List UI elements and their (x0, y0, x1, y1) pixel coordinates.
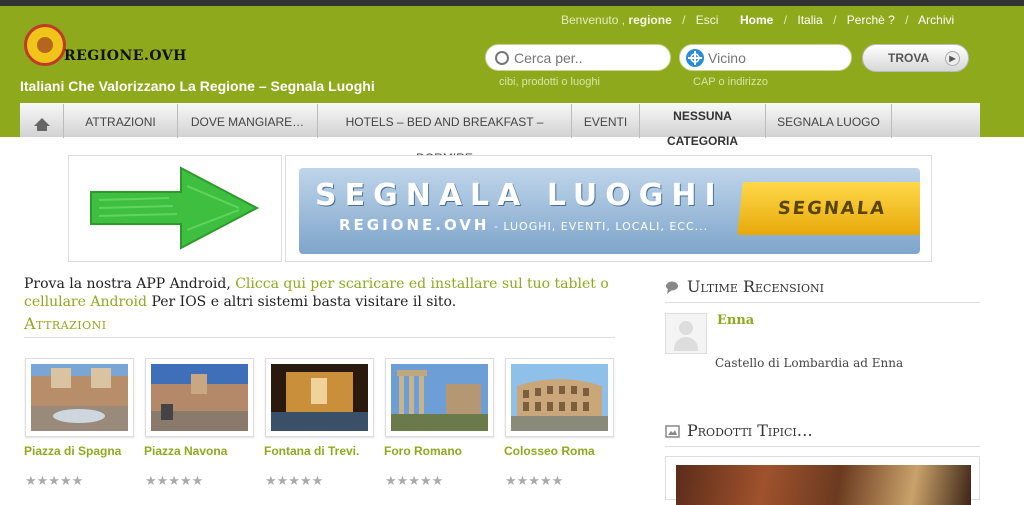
site-tagline: Italiani Che Valorizzano La Regione – Se… (20, 78, 375, 94)
nav-home[interactable]: Home (740, 13, 773, 27)
menu-item-hotels[interactable]: HOTELS – BED AND BREAKFAST – DORMIRE (318, 104, 572, 165)
user-bar: Benvenuto , regione / Esci (561, 13, 718, 29)
reviews-title: Ultime Recensioni (687, 277, 824, 296)
nav-perche[interactable]: Perchè ? (847, 13, 895, 27)
avatar-head (679, 321, 693, 335)
banner-subline-text: - LUOGHI, EVENTI, LOCALI, ECC... (489, 220, 709, 233)
separator: / (833, 13, 837, 27)
welcome-text: Benvenuto , (561, 13, 626, 27)
username-link[interactable]: regione (628, 13, 671, 27)
attraction-name[interactable]: Fontana di Trevi. (264, 444, 359, 458)
rating-stars[interactable]: ★★★★★ (265, 473, 323, 489)
image-icon (665, 425, 680, 438)
nav-italia[interactable]: Italia (797, 13, 822, 27)
search-where-hint: CAP o indirizzo (693, 76, 768, 88)
attraction-name[interactable]: Foro Romano (384, 444, 462, 458)
banner-segnala-button[interactable]: SEGNALA (737, 182, 920, 235)
attraction-thumb-foro-romano[interactable] (385, 358, 494, 437)
rating-stars[interactable]: ★★★★★ (25, 473, 83, 489)
search-what-input[interactable] (514, 49, 644, 67)
menu-item-nessuna-categoria[interactable]: NESSUNA CATEGORIA (640, 104, 766, 148)
search-icon (495, 51, 509, 65)
logo-emblem-icon (24, 24, 66, 66)
search-where-input[interactable] (708, 49, 838, 67)
find-button[interactable]: TROVA ▶ (862, 44, 969, 72)
attraction-name[interactable]: Piazza di Spagna (24, 444, 121, 458)
attraction-thumb-colosseo[interactable] (505, 358, 614, 437)
attraction-thumb-piazza-di-spagna[interactable] (25, 358, 134, 437)
main-menu: ATTRAZIONI DOVE MANGIARE… HOTELS – BED A… (20, 103, 980, 165)
home-icon (33, 118, 50, 131)
location-target-icon (686, 49, 704, 67)
divider (665, 302, 980, 303)
nav-archivi[interactable]: Archivi (918, 13, 954, 27)
rating-stars[interactable]: ★★★★★ (145, 473, 203, 489)
fontana-di-trevi-photo (271, 364, 368, 431)
segnala-banner[interactable]: SEGNALA LUOGHI REGIONE.OVH - LUOGHI, EVE… (285, 155, 932, 262)
menu-home-icon[interactable] (20, 104, 64, 138)
colosseo-photo (511, 364, 608, 431)
comments-icon (666, 281, 678, 294)
foro-romano-photo (391, 364, 488, 431)
segnala-banner-image: SEGNALA LUOGHI REGIONE.OVH - LUOGHI, EVE… (299, 168, 920, 254)
app-intro: Prova la nostra APP Android, Clicca qui … (24, 275, 624, 311)
search-where-box[interactable] (679, 44, 852, 71)
arrow-banner (68, 155, 282, 262)
review-place-link[interactable]: Enna (717, 313, 754, 328)
divider (665, 446, 980, 447)
top-nav: Home / Italia / Perchè ? / Archivi (740, 13, 954, 29)
menu-item-segnala-luogo[interactable]: SEGNALA LUOGO (766, 104, 892, 138)
separator: / (682, 13, 686, 27)
piazza-navona-photo (151, 364, 248, 431)
review-text: Castello di Lombardia ad Enna (715, 356, 904, 370)
menu-item-dove-mangiare[interactable]: DOVE MANGIARE… (178, 104, 318, 138)
menu-item-attrazioni[interactable]: ATTRAZIONI (64, 104, 178, 138)
piazza-di-spagna-photo (31, 364, 128, 431)
rating-stars[interactable]: ★★★★★ (505, 473, 563, 489)
logout-link[interactable]: Esci (696, 13, 719, 27)
attraction-name[interactable]: Piazza Navona (144, 444, 227, 458)
find-button-label: TROVA (888, 51, 930, 65)
separator: / (783, 13, 788, 27)
logo-text: REGIONE.OVH (64, 48, 187, 64)
green-arrow-icon (90, 166, 260, 250)
products-title: Prodotti Tipici… (687, 421, 813, 440)
banner-subline: REGIONE.OVH - LUOGHI, EVENTI, LOCALI, EC… (339, 216, 708, 234)
typical-product-photo[interactable] (665, 456, 980, 505)
menu-item-eventi[interactable]: EVENTI (572, 104, 640, 138)
site-logo[interactable]: REGIONE.OVH (24, 24, 194, 68)
separator: / (905, 13, 909, 27)
intro-text-after: Per IOS e altri sistemi basta visitare i… (147, 294, 457, 310)
avatar-body (674, 337, 698, 351)
search-what-hint: cibi, prodotti o luoghi (499, 76, 600, 88)
attractions-title: Attrazioni (24, 314, 107, 333)
search-what-box[interactable] (485, 44, 671, 71)
banner-headline: SEGNALA LUOGHI (315, 178, 724, 213)
typical-product-image (676, 465, 971, 505)
rating-stars[interactable]: ★★★★★ (385, 473, 443, 489)
intro-text: Prova la nostra APP Android, (24, 276, 236, 292)
attraction-thumb-piazza-navona[interactable] (145, 358, 254, 437)
attraction-thumb-fontana-di-trevi[interactable] (265, 358, 374, 437)
chevron-right-icon: ▶ (945, 51, 960, 66)
divider (24, 337, 615, 338)
banner-site: REGIONE.OVH (339, 216, 490, 234)
attraction-name[interactable]: Colosseo Roma (504, 444, 595, 458)
avatar (665, 313, 707, 354)
